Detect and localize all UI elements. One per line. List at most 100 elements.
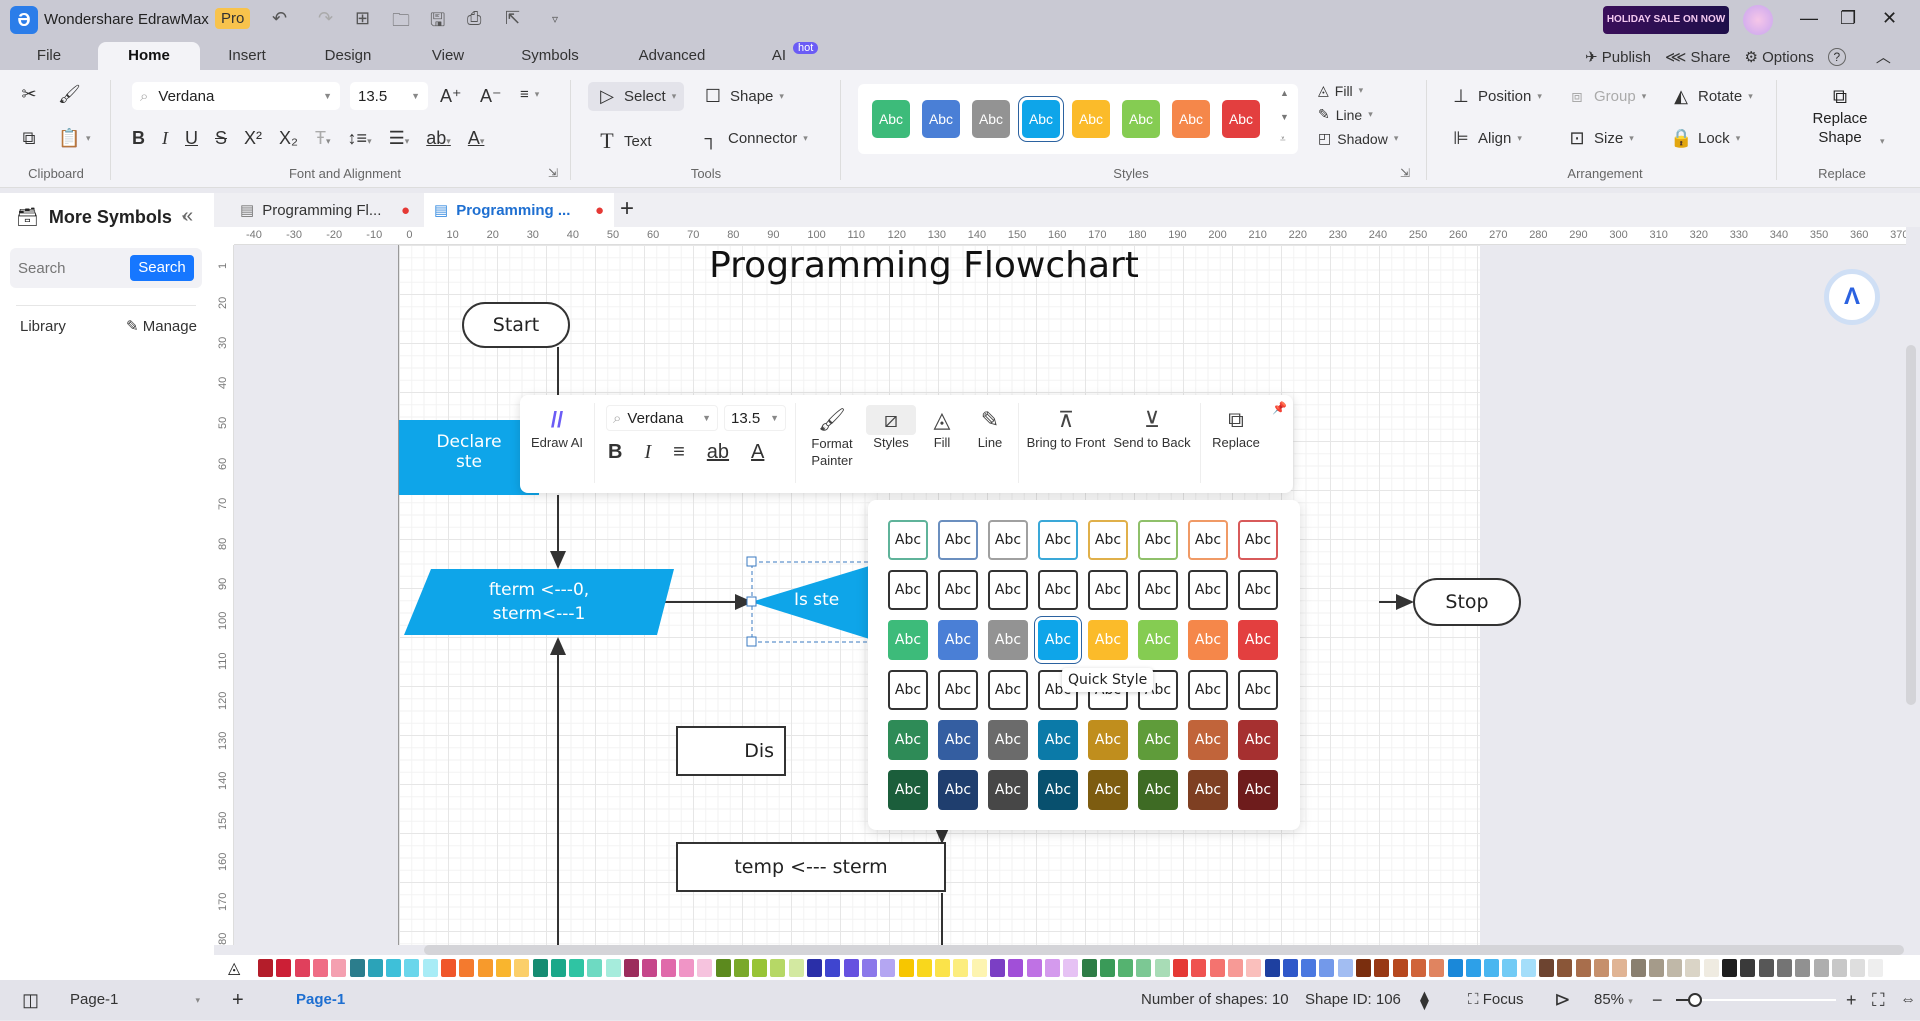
shadow-button[interactable]: ◰ Shadow ▾: [1318, 130, 1398, 147]
quick-style-swatch[interactable]: Abc: [1088, 620, 1128, 660]
float-size-select[interactable]: 13.5 ▼: [724, 405, 786, 431]
quick-style-swatch[interactable]: Abc: [1238, 570, 1278, 610]
palette-color[interactable]: [312, 959, 328, 977]
palette-color[interactable]: [1044, 959, 1060, 977]
undo-icon[interactable]: ↶: [272, 8, 287, 29]
quick-style-swatch[interactable]: Abc: [1038, 720, 1078, 760]
position-button[interactable]: ⊥ Position ▾: [1450, 86, 1542, 107]
tab-view[interactable]: View: [418, 42, 478, 70]
quick-style-swatch[interactable]: Abc: [1188, 770, 1228, 810]
palette-color[interactable]: [349, 959, 365, 977]
stop-terminator[interactable]: Stop: [1413, 578, 1521, 626]
italic-button[interactable]: I: [162, 128, 168, 149]
styles-dialog-launcher-icon[interactable]: ⇲: [1400, 166, 1410, 180]
align-button[interactable]: ⊫ Align ▾: [1450, 128, 1522, 149]
save-icon[interactable]: 🖫: [430, 8, 445, 38]
palette-color[interactable]: [1465, 959, 1481, 977]
replace-shape-dropdown[interactable]: ▾: [1880, 136, 1885, 147]
text-tool-button[interactable]: T Text: [596, 128, 651, 154]
restore-button[interactable]: ❐: [1840, 8, 1856, 29]
help-button[interactable]: ?: [1827, 47, 1846, 66]
promo-banner[interactable]: HOLIDAY SALE ON NOW: [1603, 6, 1729, 34]
palette-color[interactable]: [1776, 959, 1792, 977]
quick-style-swatch[interactable]: Abc: [938, 570, 978, 610]
palette-color[interactable]: [514, 959, 530, 977]
lock-button[interactable]: 🔒 Lock ▾: [1670, 128, 1740, 149]
quick-style-swatch[interactable]: Abc: [1038, 570, 1078, 610]
palette-color[interactable]: [1630, 959, 1646, 977]
palette-color[interactable]: [1191, 959, 1207, 977]
palette-color[interactable]: [1648, 959, 1664, 977]
page-select[interactable]: Page-1 ▾: [60, 980, 200, 1020]
quick-style-swatch[interactable]: Abc: [1238, 620, 1278, 660]
palette-color[interactable]: [788, 959, 804, 977]
focus-button[interactable]: ⛶ Focus: [1468, 980, 1524, 1020]
palette-color[interactable]: [1173, 959, 1188, 977]
quick-style-swatch[interactable]: Abc: [1038, 770, 1078, 810]
palette-color[interactable]: [1026, 959, 1042, 977]
paste-button[interactable]: 📋 ▾: [58, 128, 91, 149]
doc-tab-2[interactable]: ▤ Programming ... ●: [424, 193, 614, 227]
palette-color[interactable]: [642, 959, 658, 977]
font-size-select[interactable]: 13.5 ▼: [350, 82, 428, 110]
bold-button[interactable]: B: [132, 128, 145, 149]
quick-style-swatch[interactable]: Abc: [1188, 520, 1228, 560]
float-font-color-button[interactable]: A: [751, 441, 764, 464]
replace-shape-button[interactable]: ⧉ Replace Shape: [1800, 86, 1880, 147]
fill-button[interactable]: ◬ Fill ▾: [1318, 82, 1363, 99]
palette-color[interactable]: [880, 959, 896, 977]
zoom-in-button[interactable]: +: [1846, 980, 1857, 1020]
quick-style-swatch[interactable]: Abc: [1238, 770, 1278, 810]
collapse-sidebar-icon[interactable]: «: [182, 205, 193, 228]
palette-color[interactable]: [1539, 959, 1554, 977]
connector-tool-button[interactable]: ┐ Connector ▾: [700, 128, 808, 149]
fill-picker-icon[interactable]: ◬: [228, 958, 240, 978]
increase-font-button[interactable]: A⁺: [440, 86, 462, 107]
palette-color[interactable]: [605, 959, 621, 977]
superscript-button[interactable]: X²: [244, 128, 262, 149]
styles-scroll-up[interactable]: ▲: [1280, 88, 1289, 98]
quick-style-swatch[interactable]: Abc: [988, 720, 1028, 760]
zoom-level-select[interactable]: 85% ▾: [1594, 980, 1633, 1020]
page-tab-1[interactable]: Page-1: [296, 980, 345, 1020]
palette-color[interactable]: [1063, 959, 1079, 977]
quick-style-swatch[interactable]: Abc: [1138, 770, 1178, 810]
minimize-button[interactable]: —: [1800, 8, 1818, 29]
palette-color[interactable]: [276, 959, 292, 977]
shape-tool-button[interactable]: ☐ Shape ▾: [702, 86, 784, 107]
float-fill-button[interactable]: ◬ Fill: [922, 405, 962, 450]
bullets-button[interactable]: ☰▾: [389, 128, 410, 149]
declare-process[interactable]: Declare ste: [399, 420, 539, 495]
quick-style-swatch[interactable]: Abc: [1188, 670, 1228, 710]
palette-color[interactable]: [1502, 959, 1518, 977]
line-spacing-button[interactable]: ↕≡▾: [348, 128, 372, 149]
select-tool-button[interactable]: ▷ Select ▾: [588, 82, 685, 111]
palette-color[interactable]: [1447, 959, 1463, 977]
float-align-button[interactable]: ≡: [673, 441, 685, 464]
tab-insert[interactable]: Insert: [212, 42, 282, 70]
quick-style-swatch[interactable]: Abc: [888, 570, 928, 610]
bring-to-front-button[interactable]: ⊼ Bring to Front: [1024, 405, 1108, 450]
palette-color[interactable]: [1209, 959, 1225, 977]
zoom-slider-knob[interactable]: [1688, 993, 1703, 1007]
zoom-slider[interactable]: [1676, 993, 1836, 1007]
quick-style-swatch[interactable]: Abc: [988, 570, 1028, 610]
palette-color[interactable]: [843, 959, 859, 977]
tab-file[interactable]: File: [20, 42, 78, 70]
palette-color[interactable]: [1429, 959, 1445, 977]
ribbon-style-swatch[interactable]: Abc: [1122, 100, 1160, 138]
format-painter-button[interactable]: 🖌: [58, 84, 81, 105]
line-button[interactable]: ✎ Line ▾: [1318, 106, 1373, 123]
palette-color[interactable]: [715, 959, 731, 977]
quick-style-swatch[interactable]: Abc: [1038, 520, 1078, 560]
float-highlight-button[interactable]: ab: [707, 441, 729, 464]
palette-color[interactable]: [1520, 959, 1536, 977]
cut-button[interactable]: ✂: [18, 84, 40, 105]
float-font-select[interactable]: ⌕ Verdana ▼: [606, 405, 718, 431]
palette-color[interactable]: [1795, 959, 1811, 977]
quick-style-swatch[interactable]: Abc: [1088, 570, 1128, 610]
export-icon[interactable]: ⇱: [505, 8, 520, 29]
palette-color[interactable]: [770, 959, 786, 977]
palette-color[interactable]: [1282, 959, 1298, 977]
quick-style-swatch[interactable]: Abc: [988, 520, 1028, 560]
